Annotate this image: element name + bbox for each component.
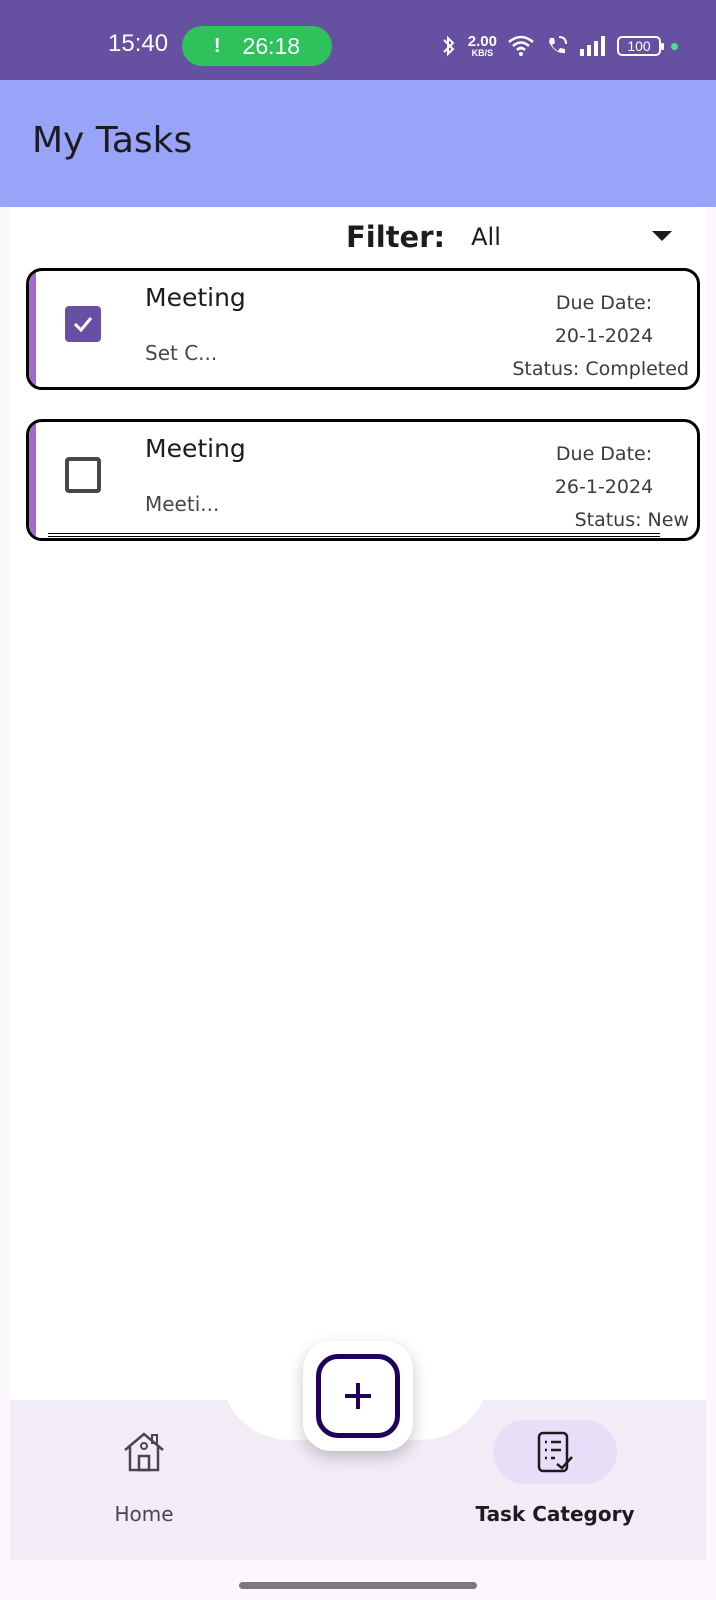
- top-app-bar: My Tasks: [0, 80, 716, 207]
- call-timer: 26:18: [242, 32, 301, 59]
- add-icon-frame: [316, 1354, 400, 1438]
- status-time: 15:40: [108, 30, 169, 57]
- status-bar: 15:40 ! 26:18 2.00 KB/S 100: [0, 0, 716, 80]
- battery-icon: 100: [617, 36, 664, 56]
- home-icon: [124, 1432, 164, 1472]
- filter-label: Filter:: [346, 220, 446, 254]
- checkmark-icon: [73, 317, 93, 333]
- ongoing-call-pill[interactable]: ! 26:18: [182, 26, 332, 66]
- nav-item-task-category[interactable]: Task Category: [472, 1420, 638, 1526]
- task-card-stripe: [29, 422, 36, 538]
- call-alert-icon: !: [213, 34, 221, 57]
- signal-icon: [580, 36, 605, 56]
- filter-dropdown[interactable]: Filter: All: [346, 215, 686, 259]
- add-task-button[interactable]: [303, 1341, 413, 1451]
- nav-label: Home: [114, 1502, 174, 1526]
- divider: [48, 533, 660, 537]
- due-date-label: Due Date:: [555, 443, 653, 465]
- task-title: Meeting: [145, 283, 246, 312]
- page-title: My Tasks: [32, 120, 193, 161]
- dropdown-arrow-icon: [652, 231, 672, 241]
- nav-item-home[interactable]: Home: [94, 1420, 194, 1526]
- task-description: Meeti...: [145, 492, 220, 516]
- due-date-label: Due Date:: [555, 292, 653, 314]
- wifi-call-icon: [549, 36, 567, 54]
- task-card[interactable]: Meeting Meeti... Due Date: 26-1-2024 Sta…: [26, 419, 700, 541]
- privacy-dot: [671, 42, 678, 50]
- due-date-value: 20-1-2024: [554, 325, 654, 347]
- wifi-icon: [508, 35, 534, 56]
- task-list-icon: [537, 1431, 573, 1473]
- add-icon: [345, 1383, 371, 1409]
- task-status: Status: Completed: [512, 358, 689, 380]
- bluetooth-icon: [443, 35, 455, 57]
- task-checkbox[interactable]: [65, 306, 101, 342]
- due-date-value: 26-1-2024: [554, 476, 654, 498]
- task-card-stripe: [29, 271, 36, 387]
- filter-value: All: [471, 223, 501, 251]
- task-description: Set C...: [145, 341, 218, 365]
- task-title: Meeting: [145, 434, 246, 463]
- nav-label: Task Category: [475, 1502, 635, 1526]
- task-card[interactable]: Meeting Set C... Due Date: 20-1-2024 Sta…: [26, 268, 700, 390]
- status-icons: 2.00 KB/S 100: [440, 28, 678, 64]
- task-meta: Due Date: 26-1-2024 Status: New: [519, 438, 689, 531]
- nav-icon-container: [82, 1420, 206, 1484]
- nav-active-indicator: [493, 1420, 617, 1484]
- task-checkbox[interactable]: [65, 457, 101, 493]
- gesture-navigation-bar[interactable]: [239, 1582, 477, 1589]
- task-list-area: Filter: All Meeting Set C... Due Date: 2…: [10, 207, 706, 1400]
- network-speed: 2.00 KB/S: [467, 33, 497, 58]
- task-meta: Due Date: 20-1-2024 Status: Completed: [512, 287, 689, 380]
